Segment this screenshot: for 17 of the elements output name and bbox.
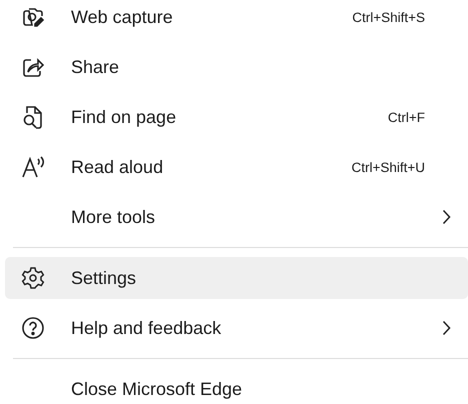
share-icon [21,55,45,79]
settings-icon [21,266,45,290]
menu-item[interactable]: Settings [5,257,468,299]
shortcut-text: Ctrl+F [388,110,425,124]
menu-item[interactable]: Share [5,46,468,88]
page-search-icon [21,104,45,130]
shortcut-text: Ctrl+Shift+S [352,10,425,24]
help-icon [21,316,45,340]
read-aloud-icon [21,155,47,179]
menu-item[interactable]: More tools [5,196,468,238]
camera-pen-icon [21,5,45,29]
menu-item[interactable]: Help and feedback [5,307,468,349]
shortcut-text: Ctrl+Shift+U [351,160,425,174]
menu-item[interactable]: Web capture Ctrl+Shift+S [5,0,468,38]
menu-item[interactable]: Close Microsoft Edge [5,368,468,404]
menu-item[interactable]: Find on page Ctrl+F [5,96,468,138]
menu-item[interactable]: Read aloud Ctrl+Shift+U [5,146,468,188]
